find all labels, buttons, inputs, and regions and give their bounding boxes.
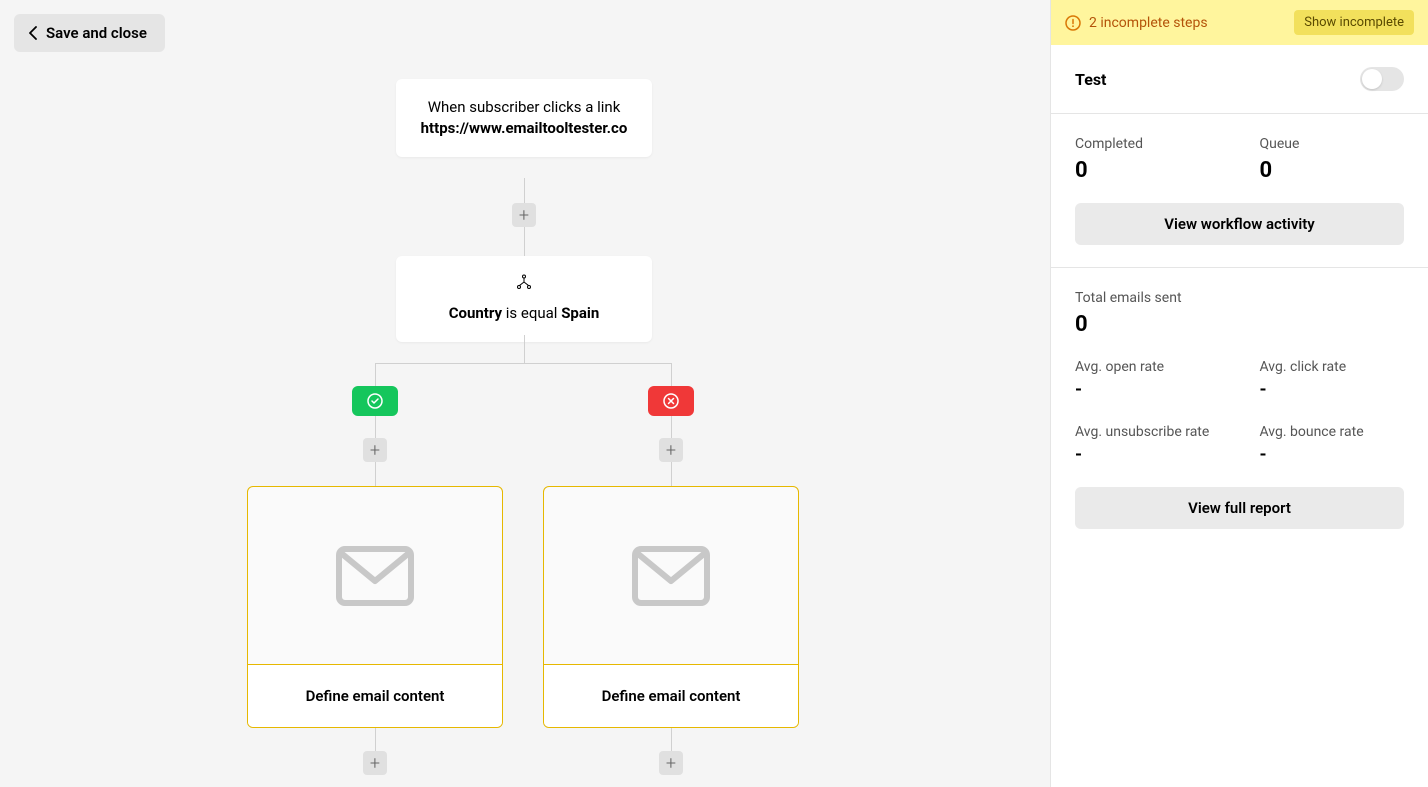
- connector: [524, 335, 525, 363]
- incomplete-alert: 2 incomplete steps Show incomplete: [1051, 0, 1428, 45]
- open-rate-label: Avg. open rate: [1075, 359, 1220, 375]
- add-step-button[interactable]: +: [512, 203, 536, 227]
- email-preview: [544, 487, 798, 665]
- connector: [375, 416, 376, 438]
- branch-yes-badge[interactable]: [352, 386, 398, 416]
- bounce-rate-label: Avg. bounce rate: [1260, 424, 1405, 440]
- add-step-no-button[interactable]: +: [659, 438, 683, 462]
- sidebar: 2 incomplete steps Show incomplete Test …: [1050, 0, 1428, 787]
- connector: [524, 178, 525, 204]
- warning-icon: [1065, 15, 1081, 31]
- email-node-label: Define email content: [544, 665, 798, 727]
- connector: [671, 363, 672, 386]
- total-emails-label: Total emails sent: [1075, 290, 1404, 306]
- condition-node[interactable]: Country is equal Spain: [396, 256, 652, 342]
- connector: [375, 462, 376, 486]
- email-node-label: Define email content: [248, 665, 502, 727]
- branch-no-badge[interactable]: [648, 386, 694, 416]
- trigger-link: https://www.emailtooltester.co: [416, 118, 632, 139]
- x-circle-icon: [663, 393, 679, 409]
- report-section: Total emails sent 0 Avg. open rate - Avg…: [1051, 268, 1428, 551]
- show-incomplete-button[interactable]: Show incomplete: [1294, 10, 1414, 35]
- open-rate-value: -: [1075, 379, 1220, 400]
- toggle-handle: [1362, 69, 1382, 89]
- add-step-yes-button[interactable]: +: [363, 438, 387, 462]
- envelope-icon: [336, 546, 414, 606]
- split-icon: [516, 274, 532, 290]
- view-report-button[interactable]: View full report: [1075, 487, 1404, 529]
- connector: [671, 728, 672, 751]
- alert-message: 2 incomplete steps: [1089, 15, 1208, 31]
- connector: [375, 363, 672, 364]
- connector: [375, 728, 376, 751]
- condition-text: Country is equal Spain: [416, 304, 632, 322]
- unsub-rate-label: Avg. unsubscribe rate: [1075, 424, 1220, 440]
- workflow-canvas: When subscriber clicks a link https://ww…: [0, 0, 1050, 787]
- test-section: Test: [1051, 45, 1428, 114]
- add-step-after-yes-button[interactable]: +: [363, 751, 387, 775]
- unsub-rate-value: -: [1075, 444, 1220, 465]
- queue-value: 0: [1260, 158, 1405, 183]
- click-rate-label: Avg. click rate: [1260, 359, 1405, 375]
- check-circle-icon: [367, 393, 383, 409]
- click-rate-value: -: [1260, 379, 1405, 400]
- connector: [524, 227, 525, 256]
- queue-label: Queue: [1260, 136, 1405, 152]
- envelope-icon: [632, 546, 710, 606]
- test-toggle[interactable]: [1360, 67, 1404, 91]
- trigger-text: When subscriber clicks a link: [416, 97, 632, 118]
- email-preview: [248, 487, 502, 665]
- add-step-after-no-button[interactable]: +: [659, 751, 683, 775]
- completed-value: 0: [1075, 158, 1220, 183]
- trigger-node[interactable]: When subscriber clicks a link https://ww…: [396, 79, 652, 157]
- connector: [671, 462, 672, 486]
- total-emails-value: 0: [1075, 312, 1404, 337]
- email-node-no[interactable]: Define email content: [543, 486, 799, 728]
- connector: [375, 363, 376, 386]
- activity-section: Completed 0 Queue 0 View workflow activi…: [1051, 114, 1428, 268]
- bounce-rate-value: -: [1260, 444, 1405, 465]
- completed-label: Completed: [1075, 136, 1220, 152]
- view-activity-button[interactable]: View workflow activity: [1075, 203, 1404, 245]
- connector: [671, 416, 672, 438]
- test-label: Test: [1075, 70, 1106, 89]
- email-node-yes[interactable]: Define email content: [247, 486, 503, 728]
